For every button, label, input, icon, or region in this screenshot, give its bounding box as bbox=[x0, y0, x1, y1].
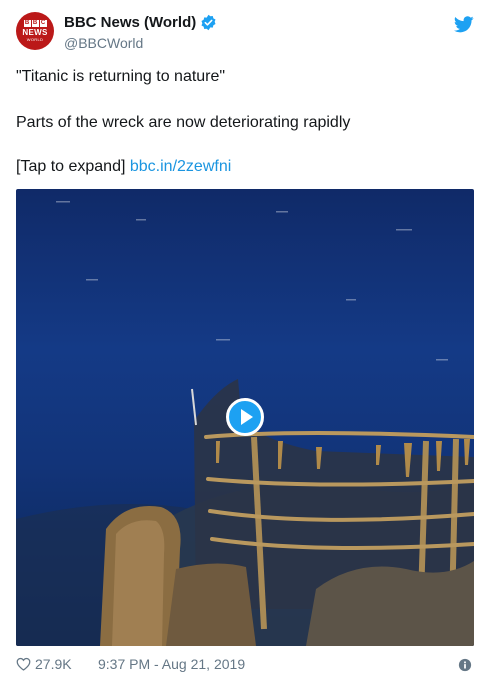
verified-badge-icon bbox=[201, 14, 216, 31]
avatar[interactable]: B B C NEWS WORLD bbox=[16, 12, 54, 50]
display-name[interactable]: BBC News (World) bbox=[64, 14, 196, 31]
avatar-world-label: WORLD bbox=[26, 37, 44, 42]
tweet-footer: 27.9K 9:37 PM - Aug 21, 2019 bbox=[16, 656, 476, 676]
info-icon[interactable] bbox=[458, 658, 472, 672]
twitter-bird-icon[interactable] bbox=[454, 16, 474, 33]
tap-to-expand-label[interactable]: [Tap to expand] bbox=[16, 158, 125, 175]
tweet-text-line-2: Parts of the wreck are now deteriorating… bbox=[16, 114, 351, 131]
like-count: 27.9K bbox=[35, 656, 72, 672]
play-button-icon[interactable] bbox=[226, 398, 264, 436]
name-row: BBC News (World) bbox=[64, 14, 217, 31]
tweet-text-line-3: [Tap to expand] bbc.in/2zewfni bbox=[16, 157, 231, 177]
like-button[interactable]: 27.9K bbox=[16, 656, 72, 672]
video-player[interactable] bbox=[16, 189, 474, 646]
user-handle[interactable]: @BBCWorld bbox=[64, 35, 143, 51]
bbc-logo: B B C bbox=[23, 20, 47, 27]
tweet-header: B B C NEWS WORLD BBC News (World) @BBCWo… bbox=[16, 12, 476, 56]
heart-icon bbox=[16, 657, 31, 671]
tweet-text-line-1: "Titanic is returning to nature" bbox=[16, 68, 226, 85]
tweet-link[interactable]: bbc.in/2zewfni bbox=[130, 158, 231, 175]
tweet-timestamp[interactable]: 9:37 PM - Aug 21, 2019 bbox=[98, 656, 245, 672]
avatar-news-label: NEWS bbox=[22, 28, 48, 37]
